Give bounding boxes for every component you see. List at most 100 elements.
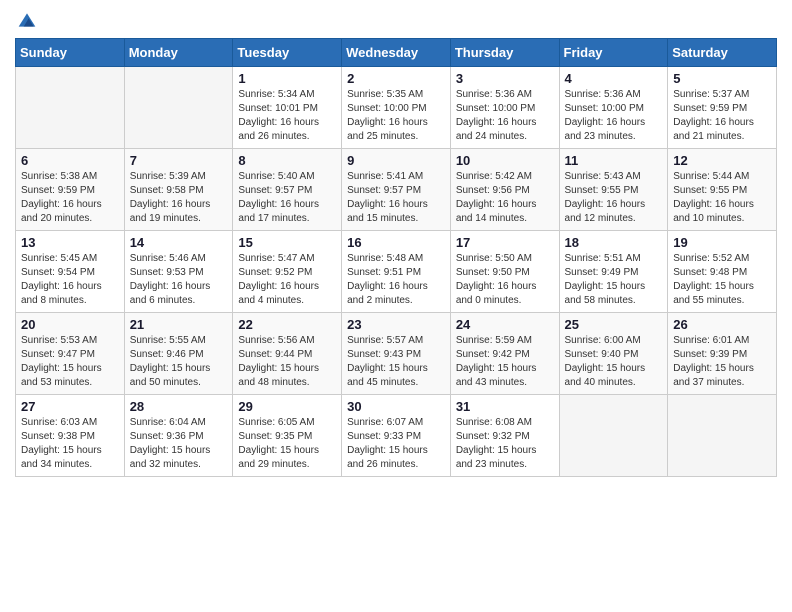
day-info: Sunrise: 5:53 AM Sunset: 9:47 PM Dayligh… <box>21 334 119 390</box>
day-info: Sunrise: 5:56 AM Sunset: 9:44 PM Dayligh… <box>238 334 336 390</box>
day-info: Sunrise: 5:41 AM Sunset: 9:57 PM Dayligh… <box>347 170 445 226</box>
day-info: Sunrise: 6:04 AM Sunset: 9:36 PM Dayligh… <box>130 416 228 472</box>
day-info: Sunrise: 5:36 AM Sunset: 10:00 PM Daylig… <box>565 88 663 144</box>
calendar-cell <box>124 67 233 149</box>
day-info: Sunrise: 5:59 AM Sunset: 9:42 PM Dayligh… <box>456 334 554 390</box>
column-header-monday: Monday <box>124 39 233 67</box>
logo-icon <box>17 10 37 30</box>
calendar-cell: 13Sunrise: 5:45 AM Sunset: 9:54 PM Dayli… <box>16 231 125 313</box>
column-header-thursday: Thursday <box>450 39 559 67</box>
calendar-cell: 30 Sunrise: 6:07 AM Sunset: 9:33 PM Dayli… <box>342 395 451 477</box>
day-number: 10 <box>456 153 554 168</box>
calendar-cell <box>668 395 777 477</box>
column-header-saturday: Saturday <box>668 39 777 67</box>
day-info: Sunrise: 6:03 AM Sunset: 9:38 PM Dayligh… <box>21 416 119 472</box>
calendar-week-5: 27 Sunrise: 6:03 AM Sunset: 9:38 PM Dayli… <box>16 395 777 477</box>
day-info: Sunrise: 5:39 AM Sunset: 9:58 PM Dayligh… <box>130 170 228 226</box>
day-number: 1 <box>238 71 336 86</box>
calendar-cell: 1 Sunrise: 5:34 AM Sunset: 10:01 PM Dayli… <box>233 67 342 149</box>
day-number: 16 <box>347 235 445 250</box>
day-info: Sunrise: 5:37 AM Sunset: 9:59 PM Dayligh… <box>673 88 771 144</box>
calendar-week-4: 20 Sunrise: 5:53 AM Sunset: 9:47 PM Dayli… <box>16 313 777 395</box>
day-number: 21 <box>130 317 228 332</box>
day-number: 17 <box>456 235 554 250</box>
day-info: Sunrise: 6:00 AM Sunset: 9:40 PM Dayligh… <box>565 334 663 390</box>
day-info: Sunrise: 5:55 AM Sunset: 9:46 PM Dayligh… <box>130 334 228 390</box>
day-number: 23 <box>347 317 445 332</box>
column-header-tuesday: Tuesday <box>233 39 342 67</box>
calendar-cell: 19 Sunrise: 5:52 AM Sunset: 9:48 PM Dayli… <box>668 231 777 313</box>
day-info: Sunrise: 5:51 AM Sunset: 9:49 PM Dayligh… <box>565 252 663 308</box>
calendar-week-3: 13Sunrise: 5:45 AM Sunset: 9:54 PM Dayli… <box>16 231 777 313</box>
day-info: Sunrise: 5:42 AM Sunset: 9:56 PM Dayligh… <box>456 170 554 226</box>
calendar-cell: 27 Sunrise: 6:03 AM Sunset: 9:38 PM Dayli… <box>16 395 125 477</box>
calendar-cell: 26 Sunrise: 6:01 AM Sunset: 9:39 PM Dayli… <box>668 313 777 395</box>
calendar-cell: 10 Sunrise: 5:42 AM Sunset: 9:56 PM Dayli… <box>450 149 559 231</box>
day-info: Sunrise: 5:52 AM Sunset: 9:48 PM Dayligh… <box>673 252 771 308</box>
calendar-cell: 11 Sunrise: 5:43 AM Sunset: 9:55 PM Dayli… <box>559 149 668 231</box>
calendar-week-2: 6 Sunrise: 5:38 AM Sunset: 9:59 PM Daylig… <box>16 149 777 231</box>
day-number: 20 <box>21 317 119 332</box>
day-info: Sunrise: 5:36 AM Sunset: 10:00 PM Daylig… <box>456 88 554 144</box>
day-number: 19 <box>673 235 771 250</box>
day-number: 24 <box>456 317 554 332</box>
day-info: Sunrise: 5:46 AM Sunset: 9:53 PM Dayligh… <box>130 252 228 308</box>
calendar-cell: 2 Sunrise: 5:35 AM Sunset: 10:00 PM Dayli… <box>342 67 451 149</box>
column-header-friday: Friday <box>559 39 668 67</box>
day-info: Sunrise: 5:35 AM Sunset: 10:00 PM Daylig… <box>347 88 445 144</box>
day-number: 25 <box>565 317 663 332</box>
calendar-cell: 5Sunrise: 5:37 AM Sunset: 9:59 PM Daylig… <box>668 67 777 149</box>
day-info: Sunrise: 5:34 AM Sunset: 10:01 PM Daylig… <box>238 88 336 144</box>
day-number: 22 <box>238 317 336 332</box>
day-number: 14 <box>130 235 228 250</box>
calendar-cell: 14 Sunrise: 5:46 AM Sunset: 9:53 PM Dayli… <box>124 231 233 313</box>
calendar-cell: 23Sunrise: 5:57 AM Sunset: 9:43 PM Dayli… <box>342 313 451 395</box>
day-number: 13 <box>21 235 119 250</box>
day-number: 27 <box>21 399 119 414</box>
day-number: 7 <box>130 153 228 168</box>
calendar-cell: 29Sunrise: 6:05 AM Sunset: 9:35 PM Dayli… <box>233 395 342 477</box>
day-info: Sunrise: 5:40 AM Sunset: 9:57 PM Dayligh… <box>238 170 336 226</box>
day-number: 30 <box>347 399 445 414</box>
calendar-cell: 28 Sunrise: 6:04 AM Sunset: 9:36 PM Dayli… <box>124 395 233 477</box>
calendar-cell: 4Sunrise: 5:36 AM Sunset: 10:00 PM Dayli… <box>559 67 668 149</box>
calendar-cell: 24 Sunrise: 5:59 AM Sunset: 9:42 PM Dayli… <box>450 313 559 395</box>
day-info: Sunrise: 5:50 AM Sunset: 9:50 PM Dayligh… <box>456 252 554 308</box>
calendar-cell: 8 Sunrise: 5:40 AM Sunset: 9:57 PM Daylig… <box>233 149 342 231</box>
day-number: 11 <box>565 153 663 168</box>
calendar-cell: 12 Sunrise: 5:44 AM Sunset: 9:55 PM Dayli… <box>668 149 777 231</box>
calendar-cell <box>559 395 668 477</box>
calendar-cell: 6 Sunrise: 5:38 AM Sunset: 9:59 PM Daylig… <box>16 149 125 231</box>
calendar-cell: 21 Sunrise: 5:55 AM Sunset: 9:46 PM Dayli… <box>124 313 233 395</box>
day-number: 8 <box>238 153 336 168</box>
day-number: 26 <box>673 317 771 332</box>
day-number: 15 <box>238 235 336 250</box>
calendar-cell: 9Sunrise: 5:41 AM Sunset: 9:57 PM Daylig… <box>342 149 451 231</box>
page-header <box>15 10 777 30</box>
day-info: Sunrise: 6:07 AM Sunset: 9:33 PM Dayligh… <box>347 416 445 472</box>
calendar-header-row: SundayMondayTuesdayWednesdayThursdayFrid… <box>16 39 777 67</box>
day-info: Sunrise: 5:43 AM Sunset: 9:55 PM Dayligh… <box>565 170 663 226</box>
calendar-cell: 7 Sunrise: 5:39 AM Sunset: 9:58 PM Daylig… <box>124 149 233 231</box>
day-info: Sunrise: 6:01 AM Sunset: 9:39 PM Dayligh… <box>673 334 771 390</box>
day-number: 28 <box>130 399 228 414</box>
calendar-cell: 31 Sunrise: 6:08 AM Sunset: 9:32 PM Dayli… <box>450 395 559 477</box>
column-header-wednesday: Wednesday <box>342 39 451 67</box>
logo <box>15 10 37 30</box>
day-info: Sunrise: 5:47 AM Sunset: 9:52 PM Dayligh… <box>238 252 336 308</box>
day-number: 12 <box>673 153 771 168</box>
calendar-week-1: 1 Sunrise: 5:34 AM Sunset: 10:01 PM Dayli… <box>16 67 777 149</box>
calendar-cell: 16 Sunrise: 5:48 AM Sunset: 9:51 PM Dayli… <box>342 231 451 313</box>
day-info: Sunrise: 5:48 AM Sunset: 9:51 PM Dayligh… <box>347 252 445 308</box>
day-number: 2 <box>347 71 445 86</box>
day-number: 3 <box>456 71 554 86</box>
column-header-sunday: Sunday <box>16 39 125 67</box>
day-number: 6 <box>21 153 119 168</box>
day-info: Sunrise: 5:44 AM Sunset: 9:55 PM Dayligh… <box>673 170 771 226</box>
calendar-cell: 18Sunrise: 5:51 AM Sunset: 9:49 PM Dayli… <box>559 231 668 313</box>
day-number: 31 <box>456 399 554 414</box>
day-info: Sunrise: 5:38 AM Sunset: 9:59 PM Dayligh… <box>21 170 119 226</box>
calendar-cell: 3 Sunrise: 5:36 AM Sunset: 10:00 PM Dayli… <box>450 67 559 149</box>
day-info: Sunrise: 6:08 AM Sunset: 9:32 PM Dayligh… <box>456 416 554 472</box>
calendar: SundayMondayTuesdayWednesdayThursdayFrid… <box>15 38 777 477</box>
